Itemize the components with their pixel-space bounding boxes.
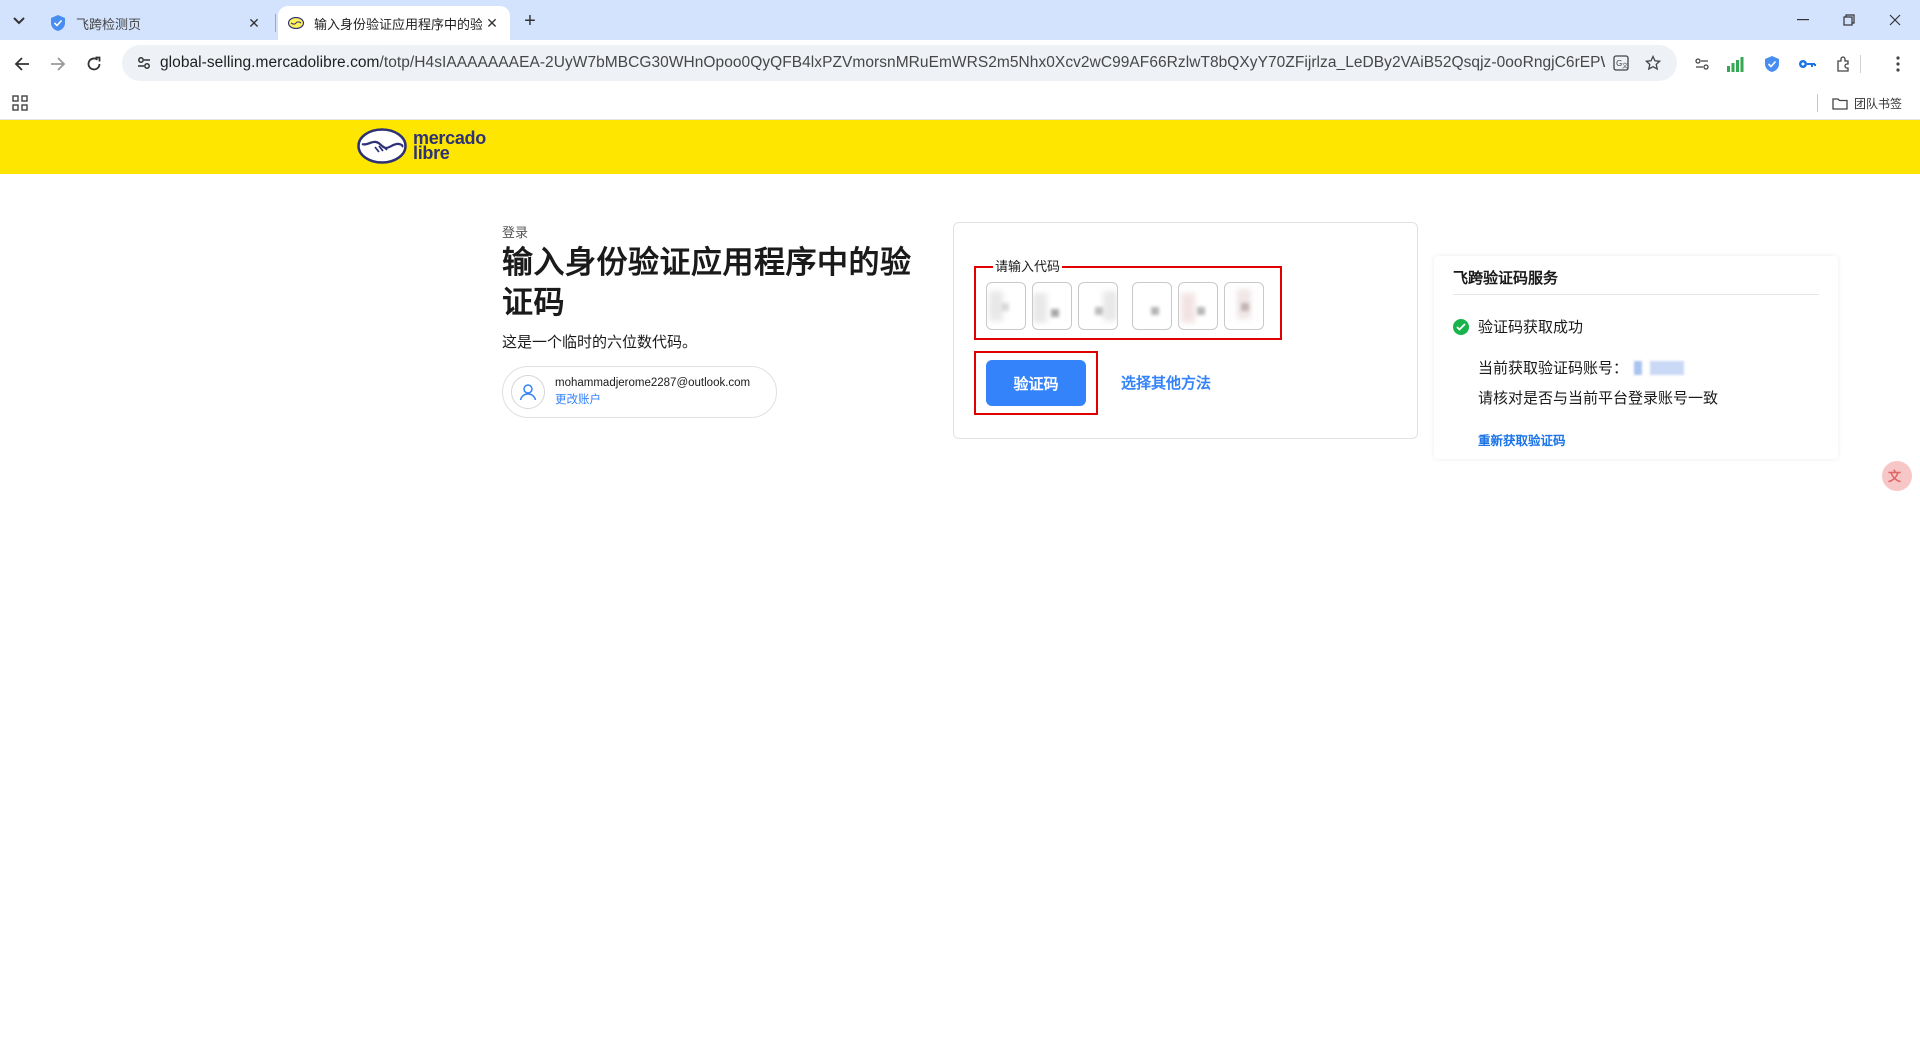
close-icon[interactable]: ✕ xyxy=(482,13,502,33)
digit-blur xyxy=(1181,293,1195,323)
digit-blur xyxy=(1033,293,1047,323)
url-path: /totp/H4sIAAAAAAAEA-2UyW7bMBCG30WHnOpoo0… xyxy=(379,54,1605,71)
service-status-text: 验证码获取成功 xyxy=(1478,319,1584,336)
change-account-link[interactable]: 更改账户 xyxy=(555,391,750,407)
menu-dots-icon[interactable] xyxy=(1882,48,1914,80)
service-status: 验证码获取成功 xyxy=(1453,316,1583,337)
shield-extension-icon[interactable] xyxy=(1756,48,1788,80)
forward-button[interactable] xyxy=(42,48,74,80)
digit-blur xyxy=(1051,309,1059,317)
bookmark-folder-label: 团队书签 xyxy=(1854,96,1903,111)
check-circle-icon xyxy=(1453,318,1469,335)
avatar xyxy=(511,375,545,409)
mercadolibre-icon xyxy=(288,15,304,31)
user-icon xyxy=(519,384,537,401)
chevron-down-icon xyxy=(13,17,25,25)
close-icon[interactable]: ✕ xyxy=(244,13,264,33)
arrow-left-icon xyxy=(14,57,29,71)
browser-toolbar: global-selling.mercadolibre.com/totp/H4s… xyxy=(0,40,1920,86)
account-chip: mohammadjerome2287@outlook.com 更改账户 xyxy=(502,366,777,418)
code-digit-1[interactable] xyxy=(986,282,1026,330)
tab-strip: 飞跨检测页 ✕ 输入身份验证应用程序中的验证码 ✕ + xyxy=(0,0,1920,40)
translate-icon[interactable]: G文 xyxy=(1605,47,1637,79)
bookmarks-bar: 团队书签 xyxy=(0,86,1920,120)
page-title: 输入身份验证应用程序中的验证码 xyxy=(502,245,912,320)
digit-blur xyxy=(1241,303,1249,311)
bookmark-star-icon[interactable] xyxy=(1637,47,1669,79)
reload-button[interactable] xyxy=(78,48,110,80)
other-method-link[interactable]: 选择其他方法 xyxy=(1121,372,1211,393)
mercadolibre-logo[interactable]: mercado libre xyxy=(357,128,486,164)
login-eyebrow: 登录 xyxy=(502,225,529,240)
code-entry-card: 请输入代码 验证码 选择其他方法 xyxy=(953,222,1418,439)
refresh-code-link[interactable]: 重新获取验证码 xyxy=(1478,430,1566,449)
restore-button[interactable] xyxy=(1826,0,1872,40)
translate-float-icon[interactable]: 文 xyxy=(1882,461,1912,491)
minimize-icon xyxy=(1797,19,1809,21)
code-digit-5[interactable] xyxy=(1178,282,1218,330)
tab-divider xyxy=(275,14,276,32)
extensions-icon[interactable] xyxy=(1828,48,1860,80)
masked-account xyxy=(1634,360,1686,375)
site-info-icon[interactable] xyxy=(128,55,160,71)
mask-block xyxy=(1634,360,1643,375)
handshake-logo-icon xyxy=(357,128,407,164)
tab-label: 输入身份验证应用程序中的验证码 xyxy=(314,16,482,32)
code-digit-2[interactable] xyxy=(1032,282,1072,330)
tab-label: 飞跨检测页 xyxy=(76,16,142,32)
shield-icon xyxy=(50,15,66,31)
mask-block xyxy=(1650,360,1685,375)
close-window-button[interactable] xyxy=(1872,0,1918,40)
digit-blur xyxy=(1103,291,1117,321)
page-subtitle: 这是一个临时的六位数代码。 xyxy=(502,334,698,351)
tab-verification[interactable]: 输入身份验证应用程序中的验证码 ✕ xyxy=(278,6,510,40)
digit-blur xyxy=(1001,303,1009,311)
bookmarks-divider xyxy=(1817,94,1818,112)
tab-feikua-check[interactable]: 飞跨检测页 ✕ xyxy=(40,6,272,40)
url-domain: global-selling.mercadolibre.com xyxy=(160,54,380,71)
tab-settings-icon[interactable] xyxy=(1686,48,1718,80)
bookmark-folder-team[interactable]: 团队书签 xyxy=(1832,92,1902,114)
digit-blur xyxy=(1151,307,1159,315)
apps-grid-icon[interactable] xyxy=(10,93,30,113)
address-bar[interactable]: global-selling.mercadolibre.com/totp/H4s… xyxy=(122,45,1677,81)
login-intro: 登录 输入身份验证应用程序中的验证码 这是一个临时的六位数代码。 mohamma… xyxy=(502,222,932,418)
minimize-button[interactable] xyxy=(1780,0,1826,40)
back-button[interactable] xyxy=(6,48,38,80)
service-account-line: 当前获取验证码账号： xyxy=(1478,357,1686,378)
verification-service-panel: 飞跨验证码服务 验证码获取成功 当前获取验证码账号： 请核对是否与当前平台登录账… xyxy=(1434,256,1838,459)
code-digit-3[interactable] xyxy=(1078,282,1118,330)
account-email: mohammadjerome2287@outlook.com xyxy=(555,377,751,389)
site-header: mercado libre xyxy=(0,120,1920,174)
digit-blur xyxy=(1197,307,1205,315)
service-account-label: 当前获取验证码账号： xyxy=(1478,360,1629,377)
svg-text:文: 文 xyxy=(1622,62,1628,70)
brand-line2: libre xyxy=(413,143,450,163)
service-title: 飞跨验证码服务 xyxy=(1453,270,1559,287)
code-digit-4[interactable] xyxy=(1132,282,1172,330)
new-tab-button[interactable]: + xyxy=(518,9,542,33)
service-verify-note: 请核对是否与当前平台登录账号一致 xyxy=(1478,390,1719,407)
digit-blur xyxy=(1095,307,1103,315)
service-divider xyxy=(1453,294,1819,295)
code-label: 请输入代码 xyxy=(993,256,1063,275)
url-text: global-selling.mercadolibre.com/totp/H4s… xyxy=(160,54,1605,72)
arrow-right-icon xyxy=(51,57,66,71)
tab-search-button[interactable] xyxy=(6,8,32,34)
toolbar-divider xyxy=(1860,55,1861,73)
reload-icon xyxy=(87,56,101,71)
brand-wordmark: mercado libre xyxy=(413,129,486,163)
key-icon[interactable] xyxy=(1791,48,1823,80)
close-icon xyxy=(1889,14,1901,26)
svg-text:文: 文 xyxy=(1888,469,1902,485)
signal-bars-icon[interactable] xyxy=(1719,48,1751,80)
folder-icon xyxy=(1832,97,1848,110)
verify-button[interactable]: 验证码 xyxy=(986,360,1086,406)
restore-icon xyxy=(1843,14,1855,26)
code-digit-6[interactable] xyxy=(1224,282,1264,330)
